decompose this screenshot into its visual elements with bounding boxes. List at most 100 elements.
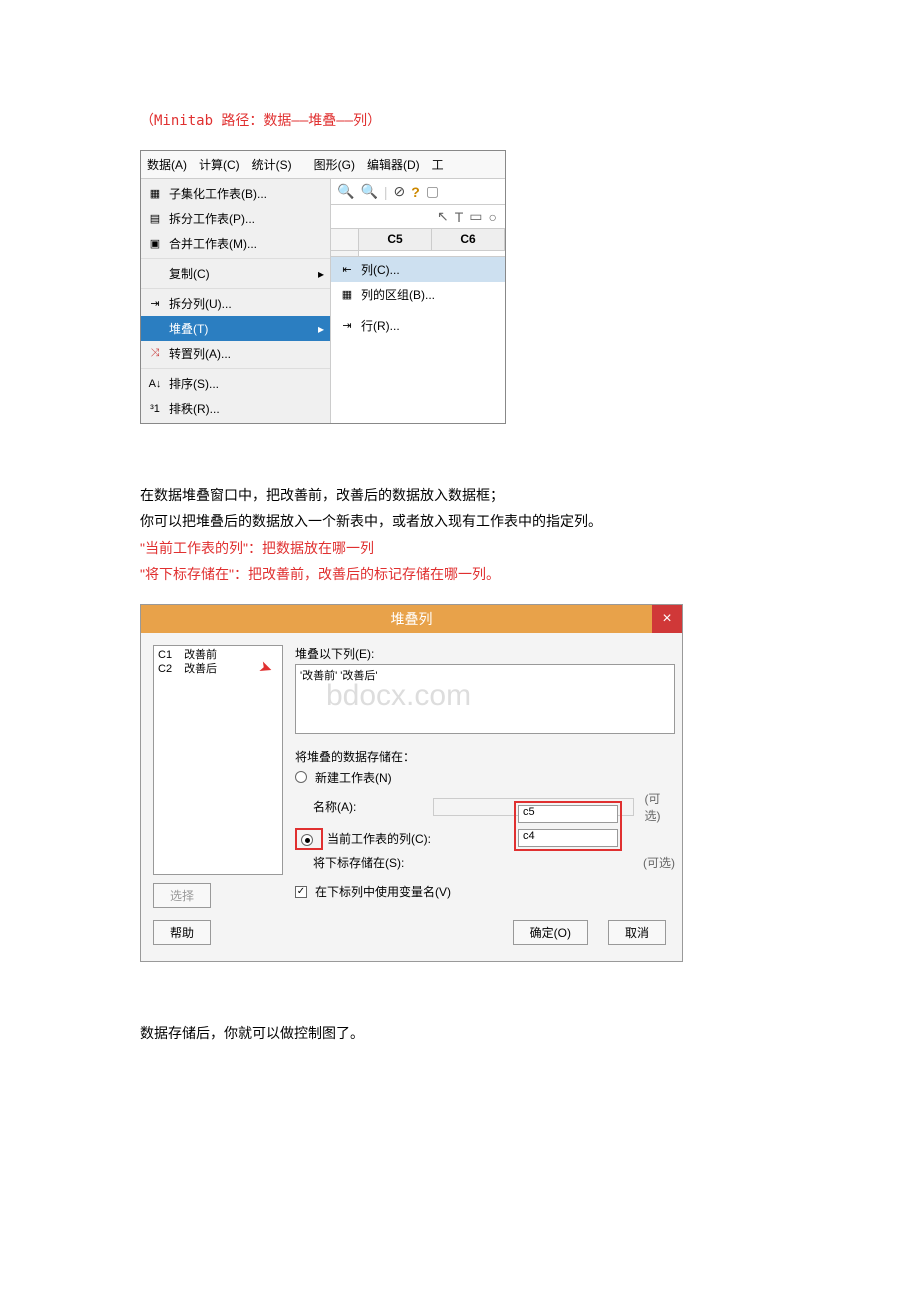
store-label: 将堆叠的数据存储在： <box>295 748 675 765</box>
menu-split[interactable]: ▤ 拆分工作表(P)... <box>141 206 330 231</box>
submenu-rows[interactable]: ⇥ 行(R)... <box>331 313 505 338</box>
submenu-blocks[interactable]: ▦ 列的区组(B)... <box>331 282 505 307</box>
binoculars-icon[interactable]: 🔍 <box>337 183 354 200</box>
menu-merge[interactable]: ▣ 合并工作表(M)... <box>141 231 330 256</box>
optional-2: (可选) <box>643 854 675 871</box>
menu-tools[interactable]: 工 <box>426 153 450 176</box>
help-icon[interactable]: ? <box>411 184 420 200</box>
unstack-icon: ⇥ <box>147 296 163 312</box>
stack-columns-value: '改善前' '改善后' <box>300 670 377 682</box>
col-c2: C2 <box>158 662 172 676</box>
help-button[interactable]: 帮助 <box>153 920 211 945</box>
checkbox-varname-label: 在下标列中使用变量名(V) <box>315 883 451 900</box>
path-text: （Minitab 路径：数据——堆叠——列） <box>140 110 780 130</box>
blocks-icon: ▦ <box>339 287 355 303</box>
menu-transpose-label: 转置列(A)... <box>169 345 231 362</box>
split-icon: ▤ <box>147 211 163 227</box>
menu-merge-label: 合并工作表(M)... <box>169 235 257 252</box>
rows-icon: ⇥ <box>339 318 355 334</box>
para-5: 数据存储后，你就可以做控制图了。 <box>140 1022 780 1044</box>
menu-transpose[interactable]: ⤨ 转置列(A)... <box>141 341 330 366</box>
cancel-button[interactable]: 取消 <box>608 920 666 945</box>
circle-icon[interactable]: ○ <box>489 209 497 225</box>
menu-subset[interactable]: ▦ 子集化工作表(B)... <box>141 181 330 206</box>
checkbox-varname[interactable]: ✓ <box>295 886 307 898</box>
name-label: 名称(A): <box>295 798 429 815</box>
cursor-icon[interactable]: ↖ <box>437 208 449 225</box>
doc-icon[interactable]: ▢ <box>426 183 439 200</box>
dialog-title-text: 堆叠列 <box>391 611 433 627</box>
menu-split-label: 拆分工作表(P)... <box>169 210 255 227</box>
column-headers: C5 C6 <box>331 229 505 251</box>
stack-dialog: 堆叠列 × C1 改善前 C2 改善后 选择 <box>140 604 683 962</box>
menu-sort[interactable]: A↓ 排序(S)... <box>141 371 330 396</box>
menu-separator <box>141 258 330 259</box>
current-col-input[interactable]: c5 <box>518 805 618 823</box>
menu-rank[interactable]: ³1 排秩(R)... <box>141 396 330 421</box>
menu-stat[interactable]: 统计(S) <box>246 153 298 176</box>
ok-button[interactable]: 确定(O) <box>513 920 588 945</box>
subscript-input[interactable]: c4 <box>518 829 618 847</box>
copy-icon <box>147 266 163 282</box>
data-menu-dropdown: ▦ 子集化工作表(B)... ▤ 拆分工作表(P)... ▣ 合并工作表(M).… <box>141 179 331 423</box>
toolbar2: ↖ T ▭ ○ <box>331 205 505 229</box>
menu-sort-label: 排序(S)... <box>169 375 219 392</box>
menu-copy[interactable]: 复制(C) ▸ <box>141 261 330 286</box>
radio-new-sheet-label: 新建工作表(N) <box>315 769 392 786</box>
rank-icon: ³1 <box>147 401 163 417</box>
menu-stack-label: 堆叠(T) <box>169 320 208 337</box>
radio-current-highlight <box>295 828 323 851</box>
menu-separator <box>141 288 330 289</box>
submenu-columns[interactable]: ⇤ 列(C)... <box>331 257 505 282</box>
columns-icon: ⇤ <box>339 262 355 278</box>
transpose-icon: ⤨ <box>147 346 163 362</box>
menu-calc[interactable]: 计算(C) <box>193 153 246 176</box>
para-3: "当前工作表的列"：把数据放在哪一列 <box>140 537 780 559</box>
submenu-blocks-label: 列的区组(B)... <box>361 286 435 303</box>
radio-current-label: 当前工作表的列(C): <box>327 830 431 847</box>
col-c1: C1 <box>158 648 172 662</box>
menu-editor[interactable]: 编辑器(D) <box>361 153 426 176</box>
menu-unstack[interactable]: ⇥ 拆分列(U)... <box>141 291 330 316</box>
menu-separator <box>141 368 330 369</box>
stack-label: 堆叠以下列(E): <box>295 645 675 662</box>
menu-graph[interactable]: 图形(G) <box>308 153 361 176</box>
column-list[interactable]: C1 改善前 C2 改善后 <box>153 645 283 875</box>
select-button[interactable]: 选择 <box>153 883 211 908</box>
menu-right-panel: 🔍 🔍 | ⊘ ? ▢ ↖ T ▭ ○ C5 C6 ⇤ <box>331 179 505 423</box>
find-icon[interactable]: 🔍 <box>360 183 377 200</box>
menu-unstack-label: 拆分列(U)... <box>169 295 232 312</box>
rect-icon[interactable]: ▭ <box>469 208 482 225</box>
stack-icon <box>147 321 163 337</box>
menu-subset-label: 子集化工作表(B)... <box>169 185 267 202</box>
menubar: 数据(A) 计算(C) 统计(S) 图形(G) 编辑器(D) 工 <box>141 151 505 179</box>
col-c5: C5 <box>359 229 432 250</box>
para-4: "将下标存储在"：把改善前，改善后的标记存储在哪一列。 <box>140 563 780 585</box>
cancel-icon[interactable]: ⊘ <box>394 183 406 200</box>
radio-current-col[interactable] <box>301 834 313 846</box>
optional-1: (可选) <box>644 790 675 824</box>
col-c2-name: 改善后 <box>184 662 217 676</box>
col-c6: C6 <box>432 229 505 250</box>
subscript-label: 将下标存储在(S): <box>295 854 435 871</box>
menu-stack[interactable]: 堆叠(T) ▸ <box>141 316 330 341</box>
col-c1-name: 改善前 <box>184 648 217 662</box>
submenu-rows-label: 行(R)... <box>361 317 400 334</box>
dialog-title: 堆叠列 × <box>141 605 682 633</box>
stack-columns-input[interactable]: '改善前' '改善后' bdocx.com <box>295 664 675 734</box>
para-1: 在数据堆叠窗口中，把改善前，改善后的数据放入数据框； <box>140 484 780 506</box>
menu-data[interactable]: 数据(A) <box>141 153 193 176</box>
sort-icon: A↓ <box>147 376 163 392</box>
text-icon[interactable]: T <box>455 209 464 225</box>
menu-screenshot: 数据(A) 计算(C) 统计(S) 图形(G) 编辑器(D) 工 ▦ 子集化工作… <box>140 150 506 424</box>
menu-rank-label: 排秩(R)... <box>169 400 220 417</box>
radio-new-sheet[interactable] <box>295 771 307 783</box>
chevron-right-icon: ▸ <box>318 267 324 281</box>
merge-icon: ▣ <box>147 236 163 252</box>
subset-icon: ▦ <box>147 186 163 202</box>
watermark: bdocx.com <box>326 679 471 713</box>
para-2: 你可以把堆叠后的数据放入一个新表中，或者放入现有工作表中的指定列。 <box>140 510 780 532</box>
close-button[interactable]: × <box>652 605 682 633</box>
menu-copy-label: 复制(C) <box>169 265 210 282</box>
chevron-right-icon: ▸ <box>318 322 324 336</box>
